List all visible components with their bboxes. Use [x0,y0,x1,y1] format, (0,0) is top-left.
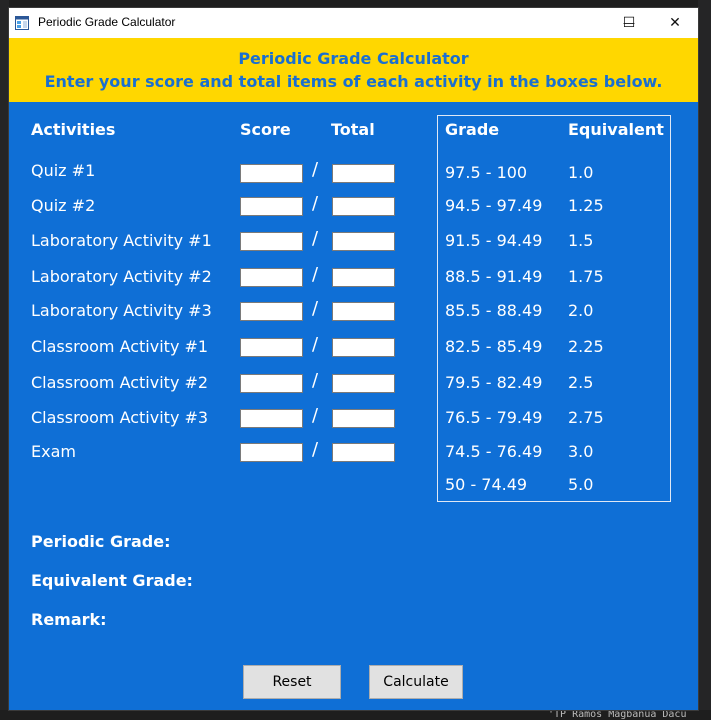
total-header: Total [331,120,375,139]
background-editor-right [698,0,711,720]
total-input-exam[interactable] [332,443,395,462]
score-input-lab-1[interactable] [240,232,303,251]
separator-slash: / [312,405,319,426]
total-input-classroom-1[interactable] [332,338,395,357]
score-input-lab-3[interactable] [240,302,303,321]
grade-range: 50 - 74.49 [445,475,528,494]
activity-label-classroom-2: Classroom Activity #2 [31,373,209,392]
total-input-classroom-3[interactable] [332,409,395,428]
grade-equivalent: 2.75 [568,408,604,427]
score-input-exam[interactable] [240,443,303,462]
activity-label-classroom-1: Classroom Activity #1 [31,337,209,356]
grade-equivalent: 5.0 [568,475,594,494]
total-input-classroom-2[interactable] [332,374,395,393]
grade-equivalent: 1.75 [568,267,604,286]
grade-range: 76.5 - 79.49 [445,408,543,427]
grade-range: 94.5 - 97.49 [445,196,543,215]
separator-slash: / [312,264,319,285]
grade-equivalent: 3.0 [568,442,594,461]
total-input-lab-1[interactable] [332,232,395,251]
maximize-icon[interactable]: ☐ [606,8,652,38]
grade-range: 85.5 - 88.49 [445,301,543,320]
activity-label-lab-1: Laboratory Activity #1 [31,231,212,250]
app-icon [15,16,29,30]
grade-equivalent: 1.5 [568,231,594,250]
grade-range: 88.5 - 91.49 [445,267,543,286]
score-input-classroom-2[interactable] [240,374,303,393]
grade-range: 79.5 - 82.49 [445,373,543,392]
score-header: Score [240,120,291,139]
separator-slash: / [312,439,319,460]
score-input-classroom-1[interactable] [240,338,303,357]
total-input-quiz-1[interactable] [332,164,395,183]
score-input-classroom-3[interactable] [240,409,303,428]
grade-equivalent: 2.25 [568,337,604,356]
close-icon[interactable]: ✕ [652,8,698,38]
total-input-lab-2[interactable] [332,268,395,287]
title-bar[interactable]: Periodic Grade Calculator — ☐ ✕ [9,8,698,38]
header-banner: Periodic Grade Calculator Enter your sco… [9,38,698,102]
periodic-grade-label: Periodic Grade: [31,532,171,551]
separator-slash: / [312,193,319,214]
activity-label-quiz-2: Quiz #2 [31,196,96,215]
grade-equivalent: 1.25 [568,196,604,215]
grade-range: 91.5 - 94.49 [445,231,543,250]
equivalent-header: Equivalent [568,120,664,139]
grade-range: 74.5 - 76.49 [445,442,543,461]
activities-header: Activities [31,120,116,139]
separator-slash: / [312,228,319,249]
grade-range: 82.5 - 85.49 [445,337,543,356]
separator-slash: / [312,334,319,355]
window-title: Periodic Grade Calculator [38,15,176,29]
activity-label-exam: Exam [31,442,76,461]
total-input-lab-3[interactable] [332,302,395,321]
score-input-lab-2[interactable] [240,268,303,287]
background-editor-left [0,0,9,720]
activity-label-quiz-1: Quiz #1 [31,161,96,180]
grade-equivalent: 2.0 [568,301,594,320]
banner-title: Periodic Grade Calculator [238,49,469,68]
score-input-quiz-1[interactable] [240,164,303,183]
score-input-quiz-2[interactable] [240,197,303,216]
separator-slash: / [312,370,319,391]
equivalent-grade-label: Equivalent Grade: [31,571,193,590]
activity-label-lab-3: Laboratory Activity #3 [31,301,212,320]
activity-label-lab-2: Laboratory Activity #2 [31,267,212,286]
calculator-window: Periodic Grade Calculator — ☐ ✕ Periodic… [9,8,698,710]
banner-subtitle: Enter your score and total items of each… [44,72,663,91]
calculate-button[interactable]: Calculate [369,665,463,699]
grade-header: Grade [445,120,500,139]
remark-label: Remark: [31,610,107,629]
separator-slash: / [312,298,319,319]
total-input-quiz-2[interactable] [332,197,395,216]
activity-label-classroom-3: Classroom Activity #3 [31,408,209,427]
grade-equivalent: 1.0 [568,163,594,182]
grade-range: 97.5 - 100 [445,163,528,182]
background-editor-text: 'TP Ramos Magbanua Dacu [548,709,687,720]
grade-equivalent: 2.5 [568,373,594,392]
reset-button[interactable]: Reset [243,665,341,699]
separator-slash: / [312,159,319,180]
